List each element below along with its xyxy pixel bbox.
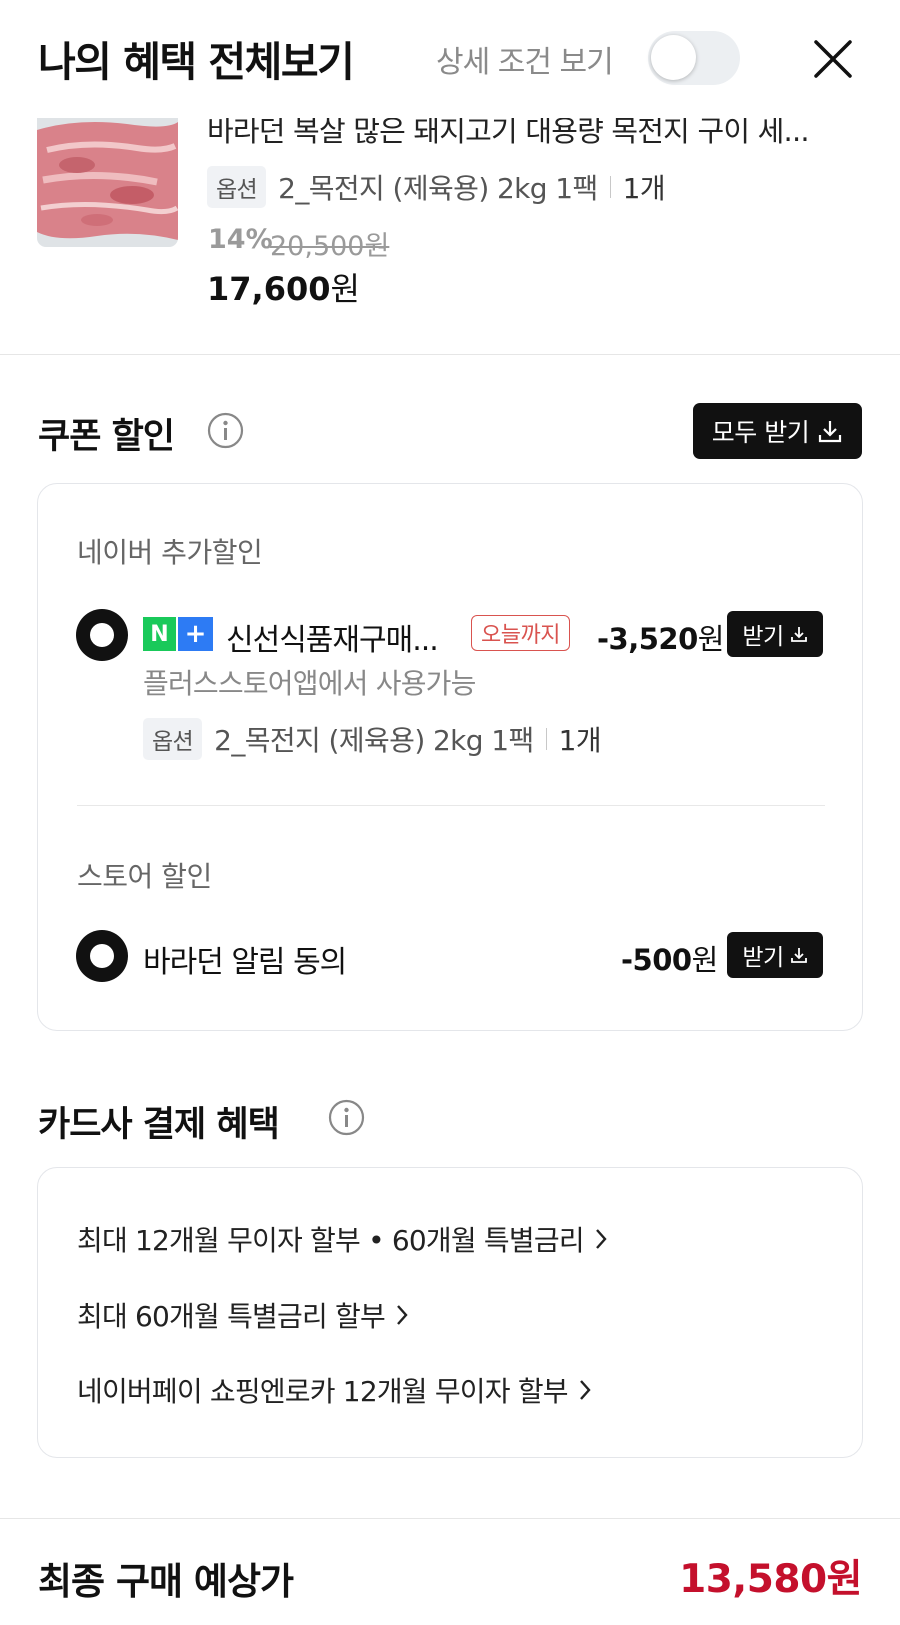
discount-rate: 14%: [208, 224, 273, 255]
store-coupon-radio[interactable]: [76, 930, 128, 982]
nplus-badge: N +: [143, 617, 213, 651]
download-icon: [790, 627, 807, 642]
store-coupon-receive-button[interactable]: 받기: [727, 932, 823, 978]
card-benefit-item[interactable]: 최대 12개월 무이자 할부 • 60개월 특별금리: [77, 1219, 608, 1259]
header: 나의 혜택 전체보기 상세 조건 보기: [0, 0, 900, 118]
product-thumbnail: [37, 100, 178, 247]
naver-coupon-receive-button[interactable]: 받기: [727, 611, 823, 657]
get-all-label: 모두 받기: [711, 418, 810, 447]
nplus-plus-icon: +: [178, 617, 213, 651]
naver-discount-unit: 원: [697, 622, 725, 656]
coupon-section-title: 쿠폰 할인: [38, 417, 175, 457]
product-option-row: 옵션 2_목전지 (제육용) 2kg 1팩 1개: [207, 166, 666, 208]
option-value: 2_목전지 (제육용) 2kg 1팩: [214, 724, 534, 757]
detail-toggle-switch[interactable]: [648, 31, 740, 85]
receive-label: 받기: [742, 945, 784, 971]
naver-coupon-radio[interactable]: [76, 609, 128, 661]
store-discount-heading: 스토어 할인: [77, 860, 212, 893]
close-button[interactable]: [810, 36, 856, 82]
card-benefit-text: 네이버페이 쇼핑엔로카 12개월 무이자 할부: [77, 1375, 569, 1408]
card-benefit-item[interactable]: 최대 60개월 특별금리 할부: [77, 1295, 409, 1335]
quantity: 1개: [622, 172, 666, 205]
footer-divider: [0, 1518, 900, 1519]
naver-discount-heading: 네이버 추가할인: [77, 536, 263, 569]
card-benefit-text: 최대 12개월 무이자 할부 • 60개월 특별금리: [77, 1224, 585, 1257]
card-benefit-item[interactable]: 네이버페이 쇼핑엔로카 12개월 무이자 할부: [77, 1370, 592, 1410]
naver-discount-amount: -3,520원: [597, 616, 724, 658]
final-price: 13,580원: [679, 1557, 862, 1602]
store-coupon-name: 바라던 알림 동의: [143, 945, 347, 980]
receive-label: 받기: [742, 624, 784, 650]
chevron-right-icon: [397, 1305, 408, 1325]
get-all-coupons-button[interactable]: 모두 받기: [693, 403, 862, 459]
detail-toggle-label: 상세 조건 보기: [436, 45, 614, 80]
inner-divider: [77, 805, 825, 806]
nplus-n-icon: N: [143, 617, 176, 651]
option-tag: 옵션: [207, 166, 267, 208]
card-benefit-info-icon[interactable]: [328, 1099, 365, 1136]
divider: [609, 176, 611, 198]
naver-coupon-name: 신선식품재구매...: [226, 623, 439, 658]
section-divider: [0, 354, 900, 355]
quantity: 1개: [558, 724, 602, 757]
coupon-info-icon[interactable]: [207, 412, 244, 449]
toggle-knob: [651, 35, 696, 80]
deadline-badge: 오늘까지: [471, 615, 570, 651]
card-benefit-text: 최대 60개월 특별금리 할부: [77, 1300, 386, 1333]
divider: [545, 728, 547, 750]
card-benefit-section-title: 카드사 결제 혜택: [38, 1105, 280, 1145]
sale-price: 17,600원: [207, 264, 360, 310]
store-discount-unit: 원: [691, 943, 719, 977]
naver-discount-number: -3,520: [597, 622, 698, 656]
original-price: 20,500원: [270, 231, 390, 262]
page-title: 나의 혜택 전체보기: [38, 38, 355, 86]
sale-price-number: 17,600: [207, 270, 331, 308]
store-discount-number: -500: [621, 943, 692, 977]
download-icon: [790, 948, 807, 963]
chevron-right-icon: [579, 1380, 591, 1400]
store-discount-amount: -500원: [621, 937, 718, 979]
coupon-usable-text: 플러스스토어앱에서 사용가능: [143, 667, 476, 700]
chevron-right-icon: [595, 1229, 607, 1249]
download-icon: [819, 421, 842, 443]
option-value: 2_목전지 (제육용) 2kg 1팩: [278, 172, 598, 205]
close-icon: [814, 40, 852, 78]
coupon-option-row: 옵션 2_목전지 (제육용) 2kg 1팩 1개: [143, 718, 602, 760]
option-tag: 옵션: [143, 718, 203, 760]
final-price-label: 최종 구매 예상가: [38, 1560, 294, 1603]
sale-price-unit: 원: [330, 270, 360, 308]
